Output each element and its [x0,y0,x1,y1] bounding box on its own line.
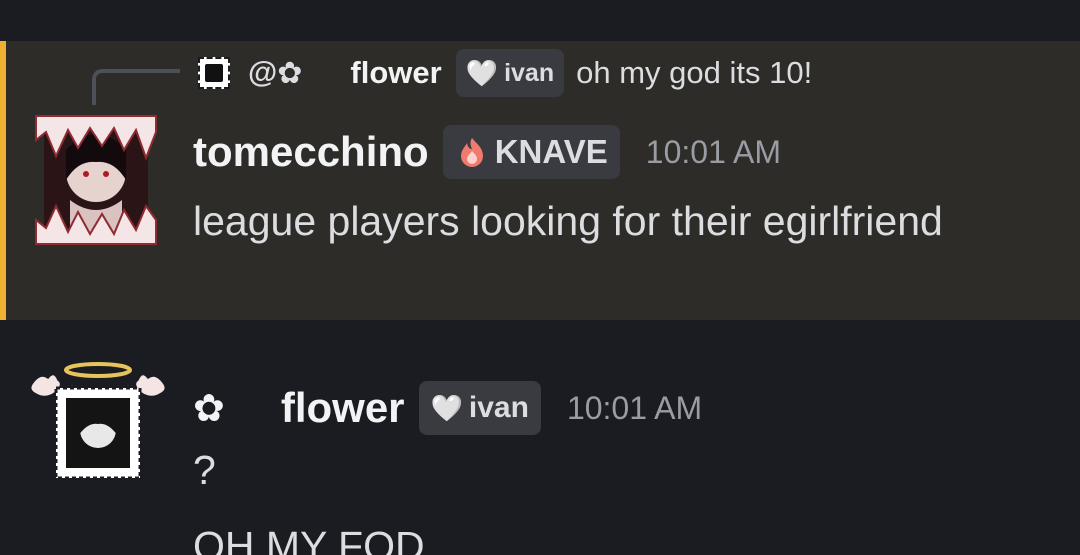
message-timestamp[interactable]: 10:01 AM [567,390,702,427]
message-header-flower: ✿ flower 🤍 ivan 10:01 AM [193,380,702,436]
author-name[interactable]: tomecchino [193,128,429,176]
reply-tag-label: ivan [504,58,555,87]
message-content-line: OH MY FOD [193,523,425,555]
author-name[interactable]: flower [281,384,405,432]
flame-icon [460,138,483,167]
reply-flower-glyph: ✿ [277,56,303,90]
reply-server-tag[interactable]: 🤍 ivan [455,49,565,97]
avatar-flower[interactable] [28,358,168,484]
message-content-line: ? [193,447,216,493]
reply-connector [92,69,180,105]
reply-preview[interactable]: @ ✿ flower 🤍 ivan oh my god its 10! [198,49,812,97]
reply-author-name[interactable]: flower [350,55,441,91]
server-tag-label: ivan [468,391,529,424]
flower-prefix-glyph: ✿ [193,387,225,430]
pixel-portrait-stamp-icon[interactable] [198,57,230,89]
reply-content[interactable]: oh my god its 10! [576,55,812,91]
server-tag-ivan[interactable]: 🤍 ivan [418,381,541,435]
chat-view: @ ✿ flower 🤍 ivan oh my god its 10! tome… [0,0,1080,555]
message-header-tomecchino: tomecchino KNAVE 10:01 AM [193,124,781,180]
white-heart-icon: 🤍 [430,392,463,423]
avatar-tomecchino[interactable] [30,110,162,250]
white-heart-icon: 🤍 [465,57,499,88]
mention-highlight-bar [0,41,6,320]
message-content: league players looking for their egirlfr… [193,198,943,244]
reply-at-symbol: @ [248,56,278,89]
message-timestamp[interactable]: 10:01 AM [646,134,781,171]
server-tag-label: KNAVE [494,133,608,170]
server-tag-knave[interactable]: KNAVE [442,125,620,179]
